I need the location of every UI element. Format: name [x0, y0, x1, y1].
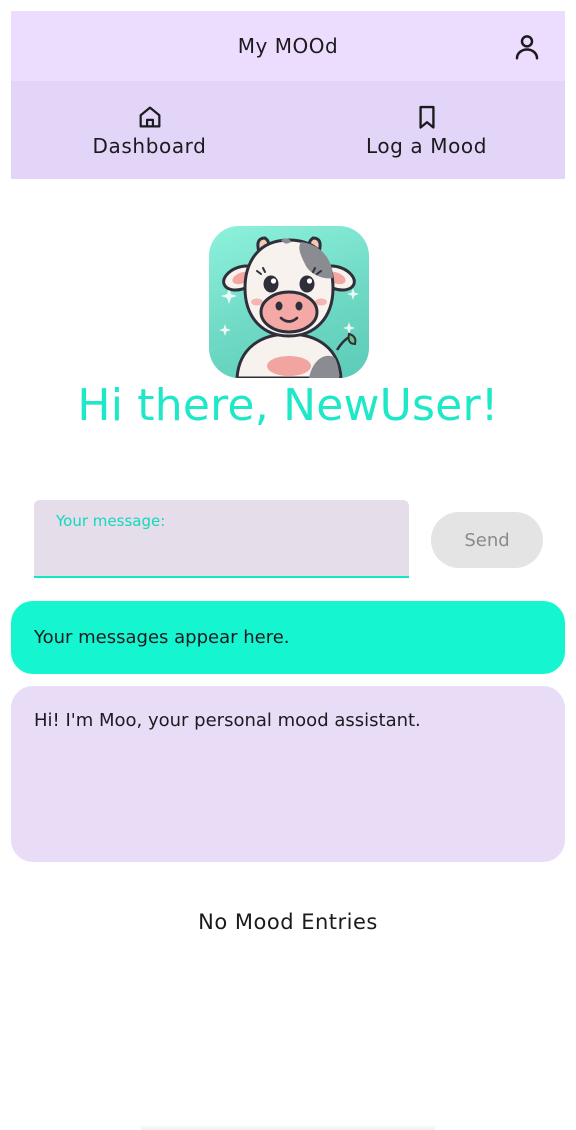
app-title: My MOOd — [237, 34, 339, 58]
tab-dashboard[interactable]: Dashboard — [11, 81, 288, 179]
assistant-message-text: Hi! I'm Moo, your personal mood assistan… — [34, 710, 421, 731]
account-button[interactable] — [509, 29, 545, 65]
tab-dashboard-label: Dashboard — [92, 134, 207, 158]
message-field-label: Your message: — [56, 512, 166, 530]
person-outline-icon — [515, 35, 539, 60]
scroll-edge-shadow — [140, 1124, 436, 1130]
home-outline-icon — [136, 102, 164, 132]
tab-log-a-mood-label: Log a Mood — [365, 134, 488, 158]
assistant-message-bubble: Hi! I'm Moo, your personal mood assistan… — [11, 686, 565, 862]
user-message-text: Your messages appear here. — [34, 627, 290, 648]
message-input[interactable] — [56, 538, 386, 566]
user-message-bubble: Your messages appear here. — [11, 601, 565, 674]
cow-mascot-image — [209, 226, 369, 378]
bookmark-outline-icon — [413, 102, 441, 132]
navigation-bar: Dashboard Log a Mood — [11, 81, 565, 179]
mood-entries-empty-state: No Mood Entries — [198, 910, 378, 934]
tab-log-a-mood[interactable]: Log a Mood — [288, 81, 565, 179]
message-field[interactable]: Your message: — [34, 500, 409, 578]
top-app-bar: My MOOd — [11, 11, 565, 81]
send-button[interactable]: Send — [431, 512, 543, 568]
greeting-heading: Hi there, NewUser! — [77, 380, 499, 431]
